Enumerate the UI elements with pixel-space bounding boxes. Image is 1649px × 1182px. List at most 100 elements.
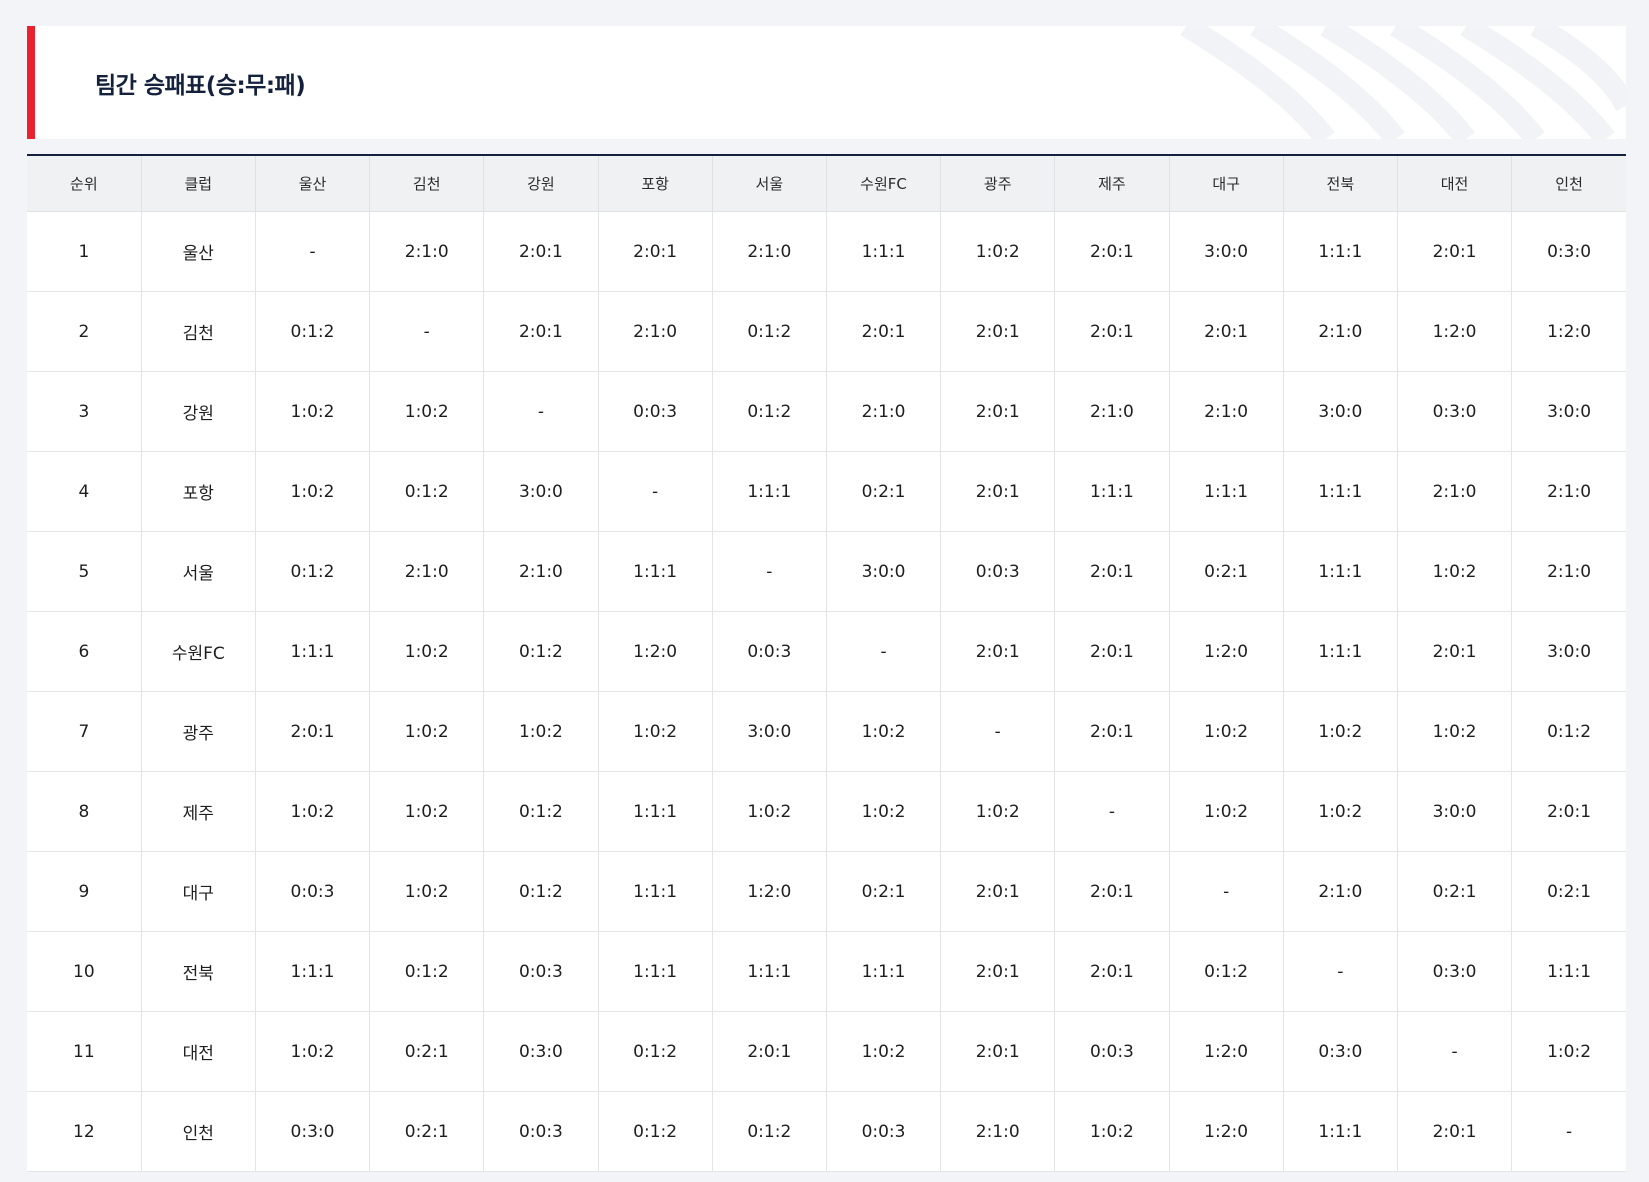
record-cell: 1:0:2: [255, 451, 371, 532]
record-cell: 0:1:2: [255, 291, 371, 372]
record-cell: 0:2:1: [1511, 851, 1626, 932]
column-header: 강원: [483, 156, 599, 212]
record-cell: 1:1:1: [598, 771, 713, 852]
record-cell: -: [1169, 851, 1284, 932]
record-cell: 1:0:2: [369, 371, 485, 452]
background-pattern-icon: [1180, 26, 1626, 139]
record-cell: 2:0:1: [483, 291, 599, 372]
club-cell: 포항: [141, 451, 256, 532]
table-row: 11 대전 1:0:2 0:2:1 0:3:0 0:1:2 2:0:1 1:0:2 2:0:1 0…: [27, 1011, 1626, 1092]
club-cell: 강원: [141, 371, 256, 452]
record-cell: 2:0:1: [1054, 531, 1170, 612]
record-cell: 1:0:2: [1511, 1011, 1626, 1092]
record-cell: 0:3:0: [1283, 1011, 1398, 1092]
record-cell: 2:1:0: [712, 211, 827, 292]
record-cell: 1:2:0: [1511, 291, 1626, 372]
record-cell: 1:0:2: [1169, 691, 1284, 772]
record-cell: 2:0:1: [940, 931, 1056, 1012]
record-cell: 2:0:1: [940, 1011, 1056, 1092]
table-row: 2 김천 0:1:2-2:0:1 2:1:0 0:1:2 2:0:1 2:0:1 2:0:1 2…: [27, 291, 1626, 372]
record-cell: 2:1:0: [826, 371, 942, 452]
record-cell: 2:0:1: [1511, 771, 1626, 852]
record-cell: -: [826, 611, 942, 692]
record-cell: 2:0:1: [940, 371, 1056, 452]
record-cell: 0:0:3: [255, 851, 371, 932]
record-cell: 1:1:1: [598, 851, 713, 932]
column-header: 전북: [1283, 156, 1398, 212]
record-cell: 2:1:0: [483, 531, 599, 612]
record-cell: 1:1:1: [598, 531, 713, 612]
record-cell: 0:0:3: [483, 1091, 599, 1172]
table-row: 12 인천 0:3:0 0:2:1 0:0:3 0:1:2 0:1:2 0:0:3 2:1:0 1…: [27, 1091, 1626, 1172]
record-cell: 2:0:1: [1397, 611, 1513, 692]
record-cell: 0:1:2: [598, 1091, 713, 1172]
record-cell: 0:1:2: [483, 851, 599, 932]
record-cell: 2:1:0: [369, 211, 485, 292]
record-cell: 1:2:0: [1169, 1091, 1284, 1172]
title-card: 팀간 승패표(승:무:패): [27, 26, 1626, 139]
record-cell: 0:0:3: [940, 531, 1056, 612]
record-cell: 2:1:0: [369, 531, 485, 612]
record-cell: 2:0:1: [1054, 611, 1170, 692]
column-header: 클럽: [141, 156, 256, 212]
record-cell: 2:0:1: [940, 451, 1056, 532]
record-cell: 1:1:1: [1283, 1091, 1398, 1172]
record-cell: 2:0:1: [483, 211, 599, 292]
record-cell: 1:0:2: [1054, 1091, 1170, 1172]
record-cell: 0:3:0: [255, 1091, 371, 1172]
rank-cell: 6: [27, 611, 142, 692]
record-cell: 2:1:0: [1511, 451, 1626, 532]
record-cell: 1:2:0: [1169, 1011, 1284, 1092]
club-cell: 광주: [141, 691, 256, 772]
record-cell: 2:1:0: [940, 1091, 1056, 1172]
record-cell: 0:3:0: [1397, 931, 1513, 1012]
record-cell: 1:1:1: [712, 931, 827, 1012]
record-cell: 0:2:1: [1397, 851, 1513, 932]
column-header: 순위: [27, 156, 142, 212]
record-cell: -: [1283, 931, 1398, 1012]
record-cell: 2:1:0: [1054, 371, 1170, 452]
record-cell: 0:1:2: [1169, 931, 1284, 1012]
record-cell: 3:0:0: [1511, 611, 1626, 692]
page-title: 팀간 승패표(승:무:패): [95, 73, 306, 99]
record-cell: -: [483, 371, 599, 452]
column-header: 포항: [598, 156, 713, 212]
record-cell: 1:0:2: [940, 211, 1056, 292]
record-cell: 1:2:0: [712, 851, 827, 932]
record-cell: 0:2:1: [369, 1011, 485, 1092]
record-cell: -: [1054, 771, 1170, 852]
record-cell: 2:1:0: [1283, 291, 1398, 372]
record-cell: 2:1:0: [598, 291, 713, 372]
club-cell: 수원FC: [141, 611, 256, 692]
record-cell: 2:0:1: [940, 291, 1056, 372]
record-cell: 1:0:2: [940, 771, 1056, 852]
club-cell: 서울: [141, 531, 256, 612]
column-header: 수원FC: [826, 156, 942, 212]
record-cell: 1:0:2: [255, 1011, 371, 1092]
club-cell: 전북: [141, 931, 256, 1012]
record-cell: 0:1:2: [712, 371, 827, 452]
record-cell: 1:1:1: [598, 931, 713, 1012]
record-cell: 3:0:0: [712, 691, 827, 772]
record-cell: 1:2:0: [1169, 611, 1284, 692]
column-header: 서울: [712, 156, 827, 212]
rank-cell: 5: [27, 531, 142, 612]
record-cell: 1:2:0: [1397, 291, 1513, 372]
rank-cell: 7: [27, 691, 142, 772]
record-cell: 1:1:1: [1054, 451, 1170, 532]
record-cell: -: [598, 451, 713, 532]
record-cell: 0:1:2: [483, 771, 599, 852]
record-cell: 0:1:2: [369, 451, 485, 532]
record-cell: 1:0:2: [598, 691, 713, 772]
rank-cell: 4: [27, 451, 142, 532]
record-cell: 1:1:1: [1283, 211, 1398, 292]
record-cell: 1:1:1: [1511, 931, 1626, 1012]
record-cell: 3:0:0: [1511, 371, 1626, 452]
record-cell: 1:1:1: [712, 451, 827, 532]
head-to-head-table-wrapper: 순위 클럽 울산 김천 강원 포항 서울 수원FC 광주 제주 대구 전북 대전 인천 1 울산 -2:1:0…: [27, 154, 1626, 1172]
record-cell: -: [1397, 1011, 1513, 1092]
table-header-row: 순위 클럽 울산 김천 강원 포항 서울 수원FC 광주 제주 대구 전북 대전 인천: [27, 156, 1626, 212]
record-cell: 1:1:1: [1283, 531, 1398, 612]
club-cell: 김천: [141, 291, 256, 372]
record-cell: 0:0:3: [826, 1091, 942, 1172]
